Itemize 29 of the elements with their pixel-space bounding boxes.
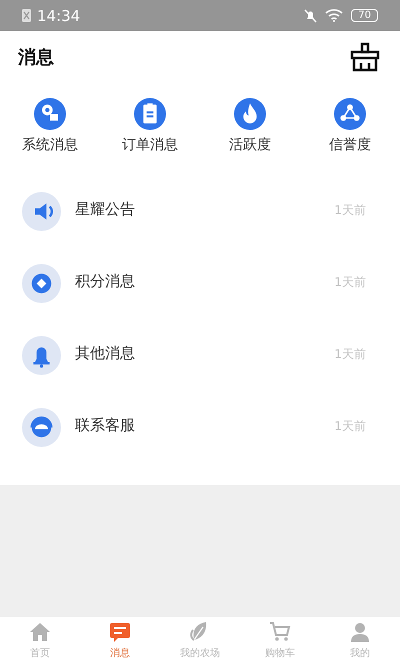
- sim-icon: [22, 9, 31, 22]
- speaker-icon: [22, 192, 61, 231]
- status-time: 14:34: [37, 6, 80, 24]
- broom-icon[interactable]: [350, 42, 380, 72]
- bell-icon: [22, 336, 61, 375]
- diamond-coin-icon: [22, 264, 61, 303]
- battery-level: 70: [351, 9, 378, 22]
- category-button[interactable]: 系统消息: [7, 98, 93, 154]
- clipboard-icon: [134, 98, 166, 130]
- message-time: 1天前: [334, 418, 366, 435]
- page-title: 消息: [18, 46, 54, 69]
- message-title[interactable]: 星耀公告: [75, 200, 334, 219]
- message-time: 1天前: [334, 202, 366, 219]
- chat-bubble-icon: [108, 620, 132, 644]
- home-icon: [28, 620, 52, 644]
- message-time: 1天前: [334, 346, 366, 363]
- network-icon: [334, 98, 366, 130]
- category-button[interactable]: 信誉度: [307, 98, 393, 154]
- person-icon: [348, 620, 372, 644]
- message-time: 1天前: [334, 274, 366, 291]
- flame-icon: [234, 98, 266, 130]
- bell-muted-icon: [304, 8, 318, 22]
- cart-icon: [268, 620, 292, 644]
- category-button[interactable]: 活跃度: [207, 98, 293, 154]
- message-title[interactable]: 其他消息: [75, 344, 334, 363]
- message-title[interactable]: 积分消息: [75, 272, 334, 291]
- wifi-icon: [325, 9, 344, 22]
- message-title[interactable]: 联系客服: [75, 416, 334, 435]
- category-button[interactable]: 订单消息: [107, 98, 193, 154]
